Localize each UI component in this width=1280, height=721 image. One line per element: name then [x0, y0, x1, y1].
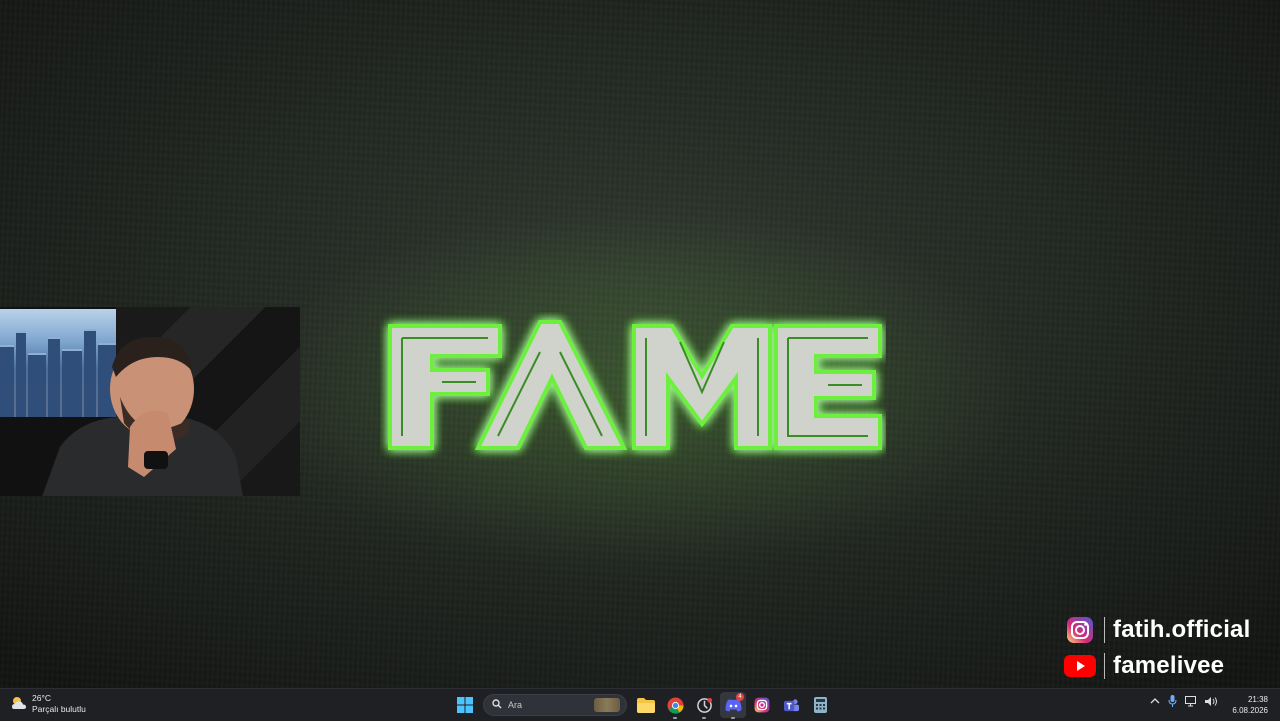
- microphone-icon[interactable]: [1168, 695, 1177, 707]
- social-handles: fatih.official famelivee: [1064, 612, 1274, 684]
- social-row-youtube: famelivee: [1064, 648, 1274, 684]
- weather-widget[interactable]: 26°C Parçalı bulutlu: [10, 693, 86, 715]
- social-separator: [1104, 653, 1105, 679]
- settings-icon[interactable]: [691, 692, 717, 719]
- search-highlight-image: [594, 698, 620, 712]
- taskbar-search[interactable]: Ara: [483, 694, 627, 716]
- social-row-instagram: fatih.official: [1064, 612, 1274, 648]
- windows-start-icon[interactable]: [452, 692, 478, 718]
- instagram-handle: fatih.official: [1113, 616, 1251, 643]
- clock-time: 21:38: [1247, 695, 1268, 704]
- youtube-icon: [1064, 652, 1096, 680]
- taskbar: 26°C Parçalı bulutlu Ara 4 21:38 6.08.20…: [0, 688, 1280, 721]
- discord-badge: 4: [736, 693, 744, 701]
- network-icon[interactable]: [1185, 695, 1197, 707]
- partly-cloudy-icon: [10, 695, 28, 714]
- webcam-overlay: [0, 307, 300, 496]
- letter-f: [388, 324, 502, 450]
- calculator-icon[interactable]: [807, 692, 833, 718]
- fame-logo-graphic: [388, 320, 882, 450]
- search-placeholder: Ara: [508, 700, 523, 710]
- fame-neon-logo: FAME: [380, 312, 886, 460]
- social-separator: [1104, 617, 1105, 643]
- taskbar-clock[interactable]: 21:38 6.08.2026: [1232, 694, 1268, 716]
- teams-icon[interactable]: [778, 692, 804, 718]
- clock-date: 6.08.2026: [1232, 706, 1268, 715]
- weather-condition: Parçalı bulutlu: [32, 704, 86, 714]
- youtube-handle: famelivee: [1113, 652, 1225, 679]
- chevron-up-icon[interactable]: [1150, 697, 1160, 705]
- letter-e: [774, 324, 882, 450]
- folder-icon[interactable]: [633, 692, 659, 718]
- chrome-icon[interactable]: [662, 692, 688, 719]
- letter-m: [632, 324, 772, 450]
- instagram-icon[interactable]: [749, 692, 775, 718]
- instagram-icon: [1064, 616, 1096, 644]
- taskbar-center: Ara 4: [452, 692, 836, 719]
- system-tray: [1150, 695, 1226, 707]
- streamer-person: [42, 336, 243, 496]
- volume-icon[interactable]: [1205, 696, 1218, 707]
- discord-icon[interactable]: 4: [720, 692, 746, 719]
- weather-temperature: 26°C: [32, 693, 51, 703]
- search-icon: [492, 698, 502, 712]
